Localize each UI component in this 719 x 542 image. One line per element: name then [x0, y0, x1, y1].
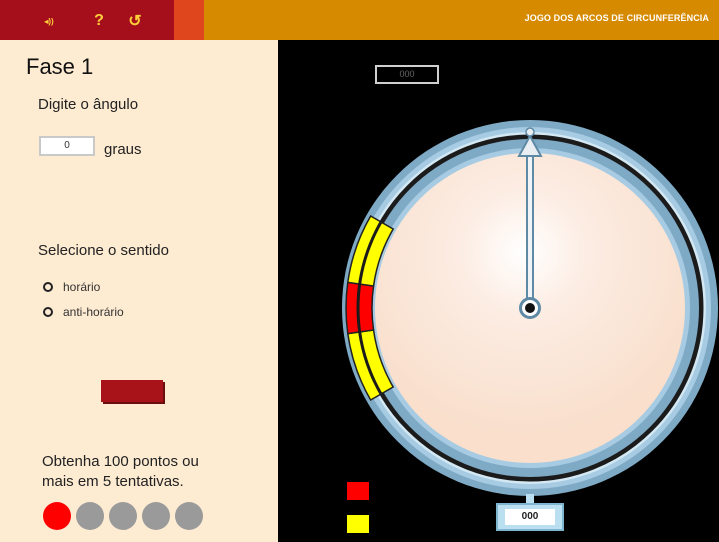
radio-counterclockwise[interactable]: anti-horário: [43, 305, 124, 319]
help-icon[interactable]: ?: [88, 10, 110, 32]
angle-unit-label: graus: [104, 141, 142, 158]
legend-red-swatch: [347, 482, 369, 500]
legend-yellow-swatch: [347, 515, 369, 533]
goal-line: mais em 5 tentativas.: [42, 473, 184, 490]
toolbar-dark-section: [0, 0, 174, 40]
top-bar: ◂)) ? ↺ JOGO DOS ARCOS DE CIRCUNFERÊNCIA: [0, 0, 719, 40]
direction-prompt: Selecione o sentido: [38, 242, 169, 259]
pivot-center: [525, 303, 535, 313]
restart-icon[interactable]: ↺: [124, 10, 146, 32]
control-panel: Fase 1 Digite o ângulo 0 graus Selecione…: [0, 40, 278, 542]
angle-prompt: Digite o ângulo: [38, 96, 139, 113]
radio-circle-icon[interactable]: [43, 282, 53, 292]
goal-text: Obtenha 100 pontos ou mais em 5 tentativ…: [42, 452, 199, 492]
sound-icon[interactable]: ◂)): [38, 10, 60, 32]
radio-label: anti-horário: [63, 305, 124, 319]
attempt-indicators: [43, 502, 208, 530]
toolbar-accent: [174, 0, 204, 40]
attempt-dot: [175, 502, 203, 530]
pointer-tip: [525, 127, 535, 137]
attempt-dot: [109, 502, 137, 530]
score-display: 000: [375, 65, 439, 84]
radio-circle-icon[interactable]: [43, 307, 53, 317]
app-title: JOGO DOS ARCOS DE CIRCUNFERÊNCIA: [524, 13, 709, 23]
angle-input[interactable]: 0: [39, 136, 95, 156]
radio-label: horário: [63, 280, 101, 294]
attempt-dot: [43, 502, 71, 530]
goal-line: Obtenha 100 pontos ou: [42, 453, 199, 470]
radio-clockwise[interactable]: horário: [43, 280, 100, 294]
angle-reading-box: 000: [496, 503, 564, 531]
attempt-dot: [76, 502, 104, 530]
attempt-dot: [142, 502, 170, 530]
phase-title: Fase 1: [26, 54, 94, 79]
submit-button[interactable]: [101, 380, 163, 402]
dial[interactable]: [340, 118, 719, 498]
angle-reading: 000: [505, 509, 555, 525]
